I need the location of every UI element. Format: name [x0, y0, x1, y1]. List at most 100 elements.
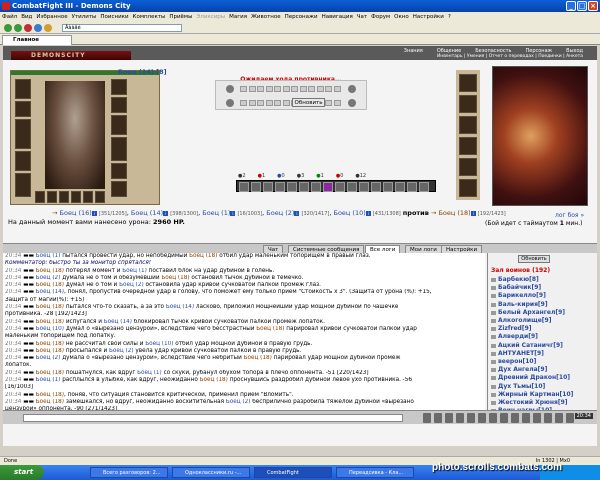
- opponent-slot[interactable]: [459, 158, 477, 176]
- zone-cell[interactable]: [325, 86, 332, 92]
- zone-right-icon[interactable]: [348, 85, 356, 93]
- user-list-item[interactable]: Алверди[9]: [488, 333, 597, 341]
- chat-fighter[interactable]: Боец (18): [36, 370, 64, 376]
- menu-item[interactable]: Утилиты: [72, 12, 97, 22]
- opponent-slot[interactable]: [459, 116, 477, 134]
- chat-fighter[interactable]: Боец (18): [200, 377, 228, 383]
- chat-fighter[interactable]: Боец (18): [36, 348, 64, 354]
- opponent-name[interactable]: Боец (14) [8]: [118, 68, 167, 76]
- stop-icon[interactable]: [24, 24, 32, 32]
- taskbar-task[interactable]: Переадсивка - Кла...: [336, 467, 414, 478]
- zone-cell[interactable]: [308, 86, 315, 92]
- close-button[interactable]: ×: [588, 1, 598, 11]
- ability-icon[interactable]: [299, 182, 309, 192]
- menu-item[interactable]: Форум: [371, 12, 390, 22]
- belt-item-2[interactable]: [47, 191, 57, 203]
- ability-icon[interactable]: [419, 182, 429, 192]
- zone-cell[interactable]: [316, 86, 324, 92]
- menu-item[interactable]: Настройки: [413, 12, 444, 22]
- belt-slot[interactable]: [15, 173, 31, 197]
- chat-fighter[interactable]: Боец (2): [109, 348, 134, 354]
- home-icon[interactable]: [44, 24, 52, 32]
- window-title-bar[interactable]: CombatFight III - Demons City _ □ ×: [0, 0, 600, 12]
- ability-icon[interactable]: [407, 182, 417, 192]
- chat-fighter[interactable]: Боец (18): [189, 253, 217, 259]
- game-nav-item[interactable]: Знания: [404, 48, 423, 54]
- chat-fighter[interactable]: Боец (18): [256, 326, 284, 332]
- chat-fighter[interactable]: Боец (1): [36, 377, 61, 383]
- boots-slot[interactable]: [111, 163, 127, 179]
- maximize-button[interactable]: □: [577, 1, 587, 11]
- menu-item[interactable]: Поисники: [100, 12, 128, 22]
- zone-cell[interactable]: [282, 86, 290, 92]
- toolbar-figure-icon[interactable]: [544, 413, 552, 423]
- zone-cell[interactable]: [333, 86, 341, 92]
- ability-icon[interactable]: [395, 182, 405, 192]
- toolbar-figure-icon[interactable]: [533, 413, 541, 423]
- belt-item-4[interactable]: [71, 191, 81, 203]
- zone-cell[interactable]: [291, 86, 298, 92]
- address-input[interactable]: Àààâé: [62, 24, 182, 32]
- chat-fighter[interactable]: Боец (18): [36, 282, 64, 288]
- ability-icon[interactable]: [251, 182, 261, 192]
- zone-cell[interactable]: [257, 86, 264, 92]
- opponent-slot[interactable]: [459, 74, 477, 92]
- user-list-item[interactable]: Zizfred[9]: [488, 325, 597, 333]
- forward-icon[interactable]: [14, 24, 22, 32]
- gloves-slot[interactable]: [111, 115, 127, 135]
- ring-slot-1[interactable]: [111, 79, 127, 95]
- toolbar-figure-icon[interactable]: [566, 413, 574, 423]
- zone-cell[interactable]: [325, 100, 332, 106]
- opponent-slot[interactable]: [459, 179, 477, 197]
- toolbar-figure-icon[interactable]: [500, 413, 508, 423]
- ability-icon[interactable]: [311, 182, 321, 192]
- zone-left-icon[interactable]: [226, 99, 234, 107]
- ability-icon[interactable]: [239, 182, 249, 192]
- user-list-item[interactable]: Белый Архангел[9]: [488, 309, 597, 317]
- helmet-slot[interactable]: [15, 79, 31, 99]
- taskbar-task[interactable]: Одноклассники.ru -...: [172, 467, 250, 478]
- zone-cell[interactable]: [248, 100, 256, 106]
- team1-fighter-name[interactable]: Боец (2): [266, 209, 294, 217]
- team1-fighter-name[interactable]: Боец (16): [60, 209, 92, 217]
- menu-item[interactable]: Избранное: [36, 12, 67, 22]
- game-nav-sub[interactable]: Инвентарь | Умения | Отчет о переводах |…: [437, 54, 583, 60]
- user-list-item[interactable]: АНТУАНЕТ[9]: [488, 350, 597, 358]
- team1-fighter-name[interactable]: Боец (14): [131, 209, 163, 217]
- chat-input[interactable]: [23, 414, 403, 422]
- pants-slot[interactable]: [111, 181, 127, 197]
- user-list-item[interactable]: Дух Ангела[9]: [488, 366, 597, 374]
- zone-cell[interactable]: [265, 86, 273, 92]
- refresh-button[interactable]: Обновить: [292, 98, 325, 107]
- menu-item[interactable]: ?: [448, 12, 451, 22]
- shield-slot[interactable]: [111, 137, 127, 161]
- tab-main[interactable]: Главное: [2, 35, 72, 45]
- menu-item[interactable]: Вид: [21, 12, 32, 22]
- zone-cell[interactable]: [265, 100, 273, 106]
- ability-icon[interactable]: [383, 182, 393, 192]
- weapon-slot[interactable]: [15, 119, 31, 149]
- chat-fighter[interactable]: Боец (18): [36, 304, 64, 310]
- chat-fighter[interactable]: Боец (18): [161, 275, 189, 281]
- menu-item[interactable]: Комплекты: [133, 12, 166, 22]
- team1-fighter-name[interactable]: Боец (10): [334, 209, 366, 217]
- team2-fighter-name[interactable]: Боец (18): [438, 209, 470, 217]
- user-list-item[interactable]: Жестокий Хрюня[9]: [488, 399, 597, 407]
- chat-fighter[interactable]: Боец (2): [226, 399, 251, 405]
- chat-fighter[interactable]: Боец (18): [36, 399, 64, 405]
- zone-left-icon[interactable]: [226, 85, 234, 93]
- toolbar-figure-icon[interactable]: [511, 413, 519, 423]
- refresh-icon[interactable]: [34, 24, 42, 32]
- belt-item-6[interactable]: [95, 191, 105, 203]
- toolbar-figure-icon[interactable]: [445, 413, 453, 423]
- menu-item[interactable]: Эликсиры: [196, 12, 225, 22]
- user-list-item[interactable]: Ацкий Сатаничг[9]: [488, 342, 597, 350]
- opponent-slot[interactable]: [459, 137, 477, 155]
- toolbar-figure-icon[interactable]: [423, 413, 431, 423]
- zone-cell[interactable]: [240, 100, 247, 106]
- chat-fighter[interactable]: Боец (18): [36, 341, 64, 347]
- start-button[interactable]: start: [0, 465, 44, 480]
- belt-item-1[interactable]: [35, 191, 45, 203]
- menu-item[interactable]: Персонажи: [285, 12, 318, 22]
- chat-fighter[interactable]: Боец (2): [119, 282, 144, 288]
